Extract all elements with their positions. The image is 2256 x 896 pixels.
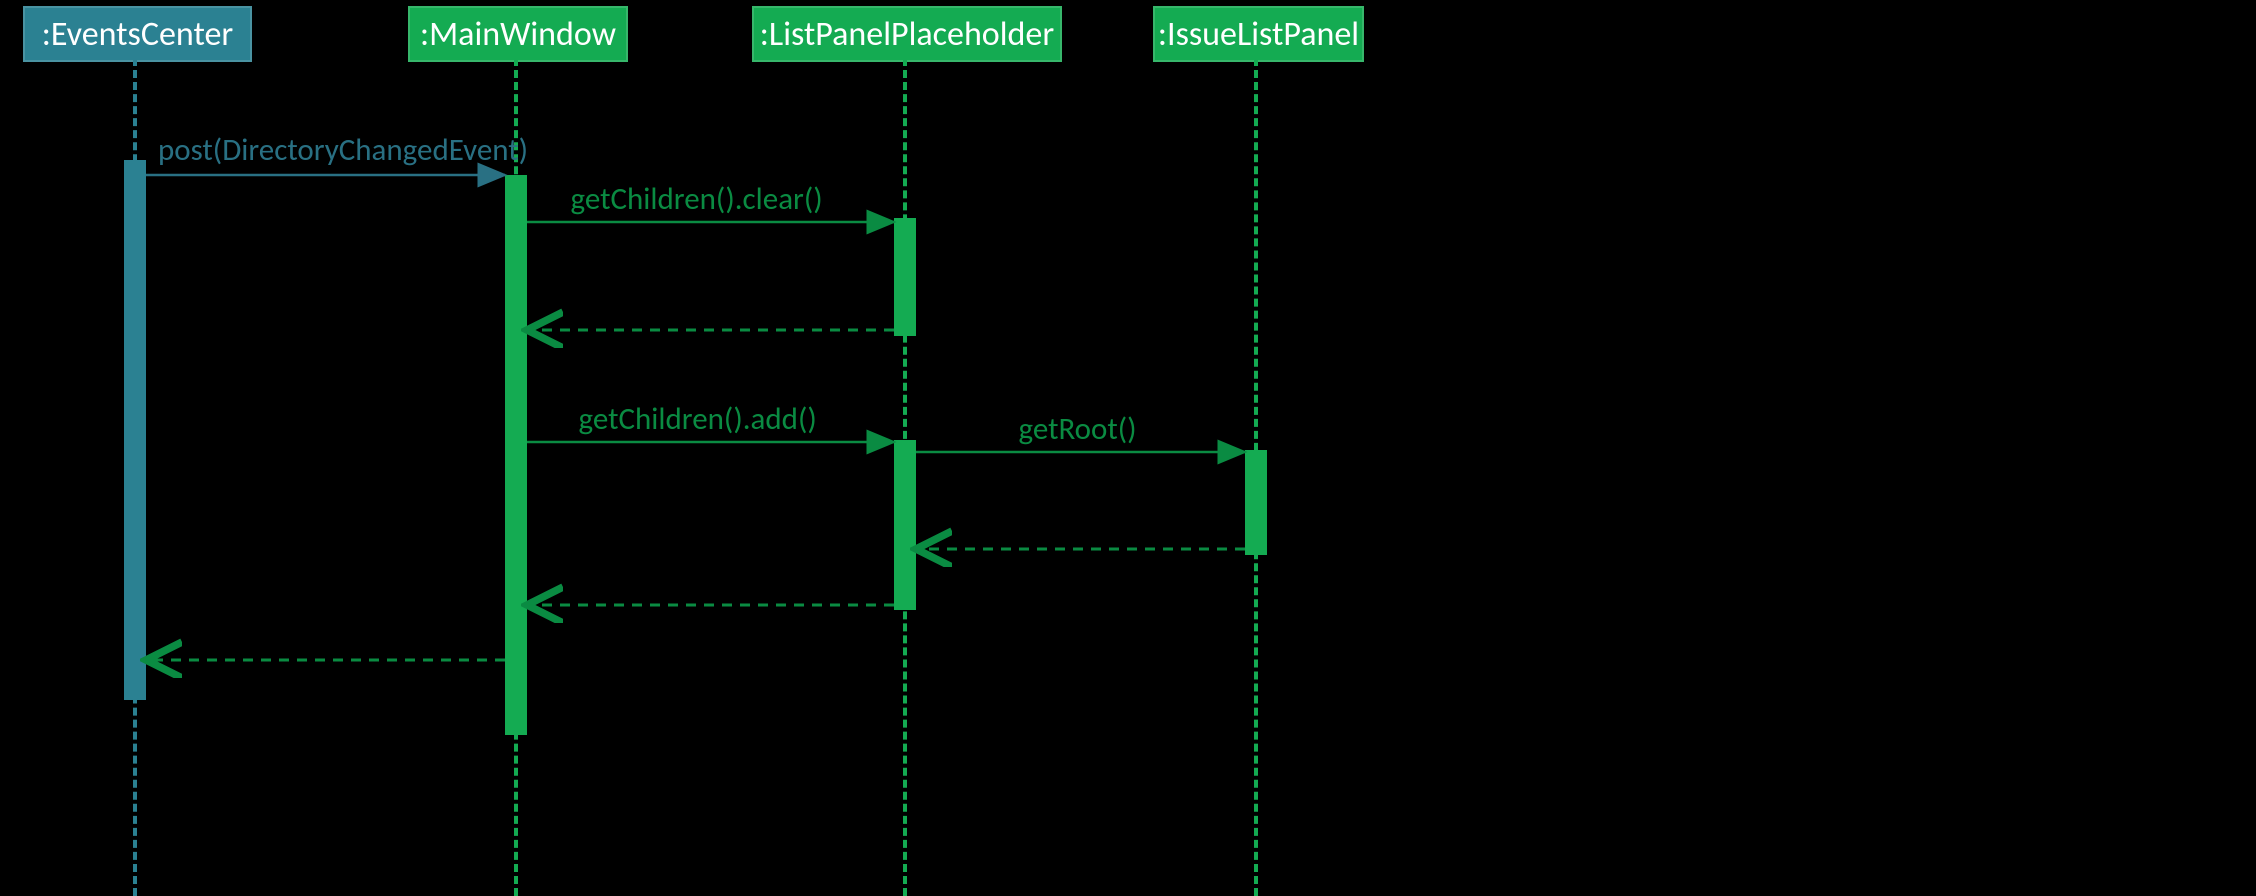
message-clear-label: getChildren().clear() <box>571 180 823 218</box>
sequence-diagram: :EventsCenter :MainWindow :ListPanelPlac… <box>0 0 2256 896</box>
message-add-label: getChildren().add() <box>579 400 817 438</box>
message-getroot-label: getRoot() <box>1019 410 1137 448</box>
message-post-label: post(DirectoryChangedEvent) <box>158 131 528 169</box>
